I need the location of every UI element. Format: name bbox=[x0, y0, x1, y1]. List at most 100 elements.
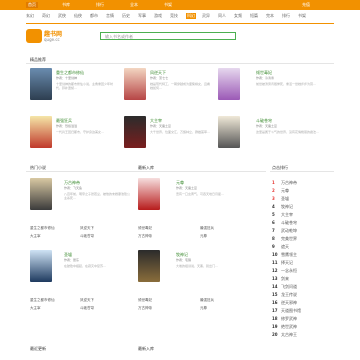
rank-row[interactable]: 3 圣墟 bbox=[272, 196, 289, 202]
category-item-active[interactable]: 科幻 bbox=[186, 13, 196, 19]
rank-row[interactable]: 16 逆天邪神 bbox=[272, 300, 297, 306]
rank-title[interactable]: 斗破苍穹 bbox=[281, 220, 297, 225]
list-item[interactable]: 万古神帝 bbox=[138, 306, 152, 311]
book-desc: 她是现代特工，一朝穿越成为废柴嫡女，且看她如何... bbox=[150, 82, 211, 90]
topnav-item-rank[interactable]: 排行 bbox=[94, 2, 106, 8]
category-item[interactable]: 排行 bbox=[282, 13, 290, 19]
list-item[interactable]: 斗破苍穹 bbox=[80, 306, 94, 311]
rank-row[interactable]: 18 修罗武神 bbox=[272, 316, 297, 322]
list-item[interactable]: 万古神帝 bbox=[138, 234, 152, 239]
list-item[interactable]: 凤逆天下 bbox=[80, 226, 94, 231]
rank-row[interactable]: 7 武动乾坤 bbox=[272, 228, 297, 234]
nav-divider bbox=[26, 23, 334, 24]
rank-title[interactable]: 修罗武神 bbox=[281, 316, 297, 321]
rank-number: 12 bbox=[272, 268, 278, 273]
rank-row[interactable]: 14 飞剑问道 bbox=[272, 284, 297, 290]
book-cover[interactable] bbox=[138, 178, 160, 210]
book-cover[interactable] bbox=[218, 116, 240, 148]
rank-title[interactable]: 大主宰 bbox=[281, 212, 293, 217]
rank-row[interactable]: 20 太古神王 bbox=[272, 332, 297, 338]
list-item[interactable]: 倾世毒妃 bbox=[138, 226, 152, 231]
rank-title[interactable]: 逆天邪神 bbox=[281, 300, 297, 305]
rank-number: 14 bbox=[272, 284, 278, 289]
book-author: 作者：冷清寒 bbox=[256, 76, 275, 80]
book-cover[interactable] bbox=[30, 68, 52, 100]
book-cover[interactable] bbox=[30, 116, 52, 148]
rank-row[interactable]: 4 牧神记 bbox=[272, 204, 293, 210]
category-item[interactable]: 言情 bbox=[106, 13, 114, 19]
rank-row[interactable]: 19 绝世武神 bbox=[272, 324, 297, 330]
list-item[interactable]: 重生之都市修仙 bbox=[30, 298, 55, 303]
list-item[interactable]: 元尊 bbox=[200, 234, 207, 239]
rank-row[interactable]: 13 剑来 bbox=[272, 276, 289, 282]
list-item[interactable]: 元尊 bbox=[200, 306, 207, 311]
rank-number: 4 bbox=[272, 204, 275, 209]
rank-title[interactable]: 绝世武神 bbox=[281, 324, 297, 329]
rank-title[interactable]: 一念永恒 bbox=[281, 268, 297, 273]
book-author: 作者：烈焰滔滔 bbox=[56, 124, 78, 128]
search-input[interactable]: 输入书名或作者 bbox=[100, 32, 236, 40]
rank-title[interactable]: 天道图书馆 bbox=[281, 308, 301, 313]
list-item[interactable]: 大主宰 bbox=[30, 306, 41, 311]
list-item[interactable]: 凤逆天下 bbox=[80, 298, 94, 303]
category-item[interactable]: 游戏 bbox=[154, 13, 162, 19]
category-nav: 玄幻 奇幻 武侠 仙侠 都市 言情 历史 军事 游戏 竞技 科幻 灵异 同人 女… bbox=[26, 13, 326, 20]
list-item[interactable]: 最强狂兵 bbox=[200, 298, 214, 303]
rank-title[interactable]: 飞剑问道 bbox=[281, 284, 297, 289]
category-item[interactable]: 奇幻 bbox=[42, 13, 50, 19]
category-item[interactable]: 武侠 bbox=[58, 13, 66, 19]
list-item[interactable]: 最强狂兵 bbox=[200, 226, 214, 231]
rank-title[interactable]: 剑来 bbox=[281, 276, 289, 281]
category-item[interactable]: 同人 bbox=[218, 13, 226, 19]
category-item[interactable]: 玄幻 bbox=[26, 13, 34, 19]
rank-title[interactable]: 牧神记 bbox=[281, 204, 293, 209]
rank-row[interactable]: 15 龙王传说 bbox=[272, 292, 297, 298]
rank-title[interactable]: 太古神王 bbox=[281, 332, 297, 337]
rank-title[interactable]: 雪鹰领主 bbox=[281, 252, 297, 257]
rank-title[interactable]: 元尊 bbox=[281, 188, 289, 193]
rank-title[interactable]: 遮天 bbox=[281, 244, 289, 249]
category-item[interactable]: 书架 bbox=[298, 13, 306, 19]
topnav-item-shelf[interactable]: 书架 bbox=[162, 2, 174, 8]
site-logo[interactable]: 趣书网 quge.cc bbox=[26, 27, 66, 45]
book-cover[interactable] bbox=[138, 250, 160, 282]
topnav-item-recharge[interactable]: 充值 bbox=[300, 2, 312, 8]
topnav-item-home[interactable]: 首页 bbox=[26, 2, 38, 8]
category-item[interactable]: 灵异 bbox=[202, 13, 210, 19]
rank-row[interactable]: 6 斗破苍穹 bbox=[272, 220, 297, 226]
category-item[interactable]: 短篇 bbox=[250, 13, 258, 19]
rank-row[interactable]: 17 天道图书馆 bbox=[272, 308, 301, 314]
list-item[interactable]: 倾世毒妃 bbox=[138, 298, 152, 303]
category-item[interactable]: 军事 bbox=[138, 13, 146, 19]
book-cover[interactable] bbox=[124, 116, 146, 148]
category-item[interactable]: 竞技 bbox=[170, 13, 178, 19]
category-item[interactable]: 女频 bbox=[234, 13, 242, 19]
rank-title[interactable]: 圣墟 bbox=[281, 196, 289, 201]
rank-row[interactable]: 2 元尊 bbox=[272, 188, 289, 194]
rank-row[interactable]: 11 择天记 bbox=[272, 260, 293, 266]
category-item[interactable]: 仙侠 bbox=[74, 13, 82, 19]
rank-row[interactable]: 12 一念永恒 bbox=[272, 268, 297, 274]
topnav-item-library[interactable]: 书库 bbox=[60, 2, 72, 8]
rank-row[interactable]: 5 大主宰 bbox=[272, 212, 293, 218]
rank-title[interactable]: 择天记 bbox=[281, 260, 293, 265]
list-item[interactable]: 大主宰 bbox=[30, 234, 41, 239]
list-item[interactable]: 重生之都市修仙 bbox=[30, 226, 55, 231]
category-item[interactable]: 完本 bbox=[266, 13, 274, 19]
book-cover[interactable] bbox=[30, 178, 52, 210]
rank-title[interactable]: 完美世界 bbox=[281, 236, 297, 241]
rank-title[interactable]: 武动乾坤 bbox=[281, 228, 297, 233]
rank-row[interactable]: 1 万古神帝 bbox=[272, 180, 297, 186]
rank-row[interactable]: 10 雪鹰领主 bbox=[272, 252, 297, 258]
book-cover[interactable] bbox=[30, 250, 52, 282]
book-cover[interactable] bbox=[218, 68, 240, 100]
book-cover[interactable] bbox=[124, 68, 146, 100]
topnav-item-complete[interactable]: 全本 bbox=[128, 2, 140, 8]
category-item[interactable]: 都市 bbox=[90, 13, 98, 19]
rank-title[interactable]: 万古神帝 bbox=[281, 180, 297, 185]
rank-row[interactable]: 9 遮天 bbox=[272, 244, 289, 250]
rank-title[interactable]: 龙王传说 bbox=[281, 292, 297, 297]
list-item[interactable]: 斗破苍穹 bbox=[80, 234, 94, 239]
rank-row[interactable]: 8 完美世界 bbox=[272, 236, 297, 242]
category-item[interactable]: 历史 bbox=[122, 13, 130, 19]
